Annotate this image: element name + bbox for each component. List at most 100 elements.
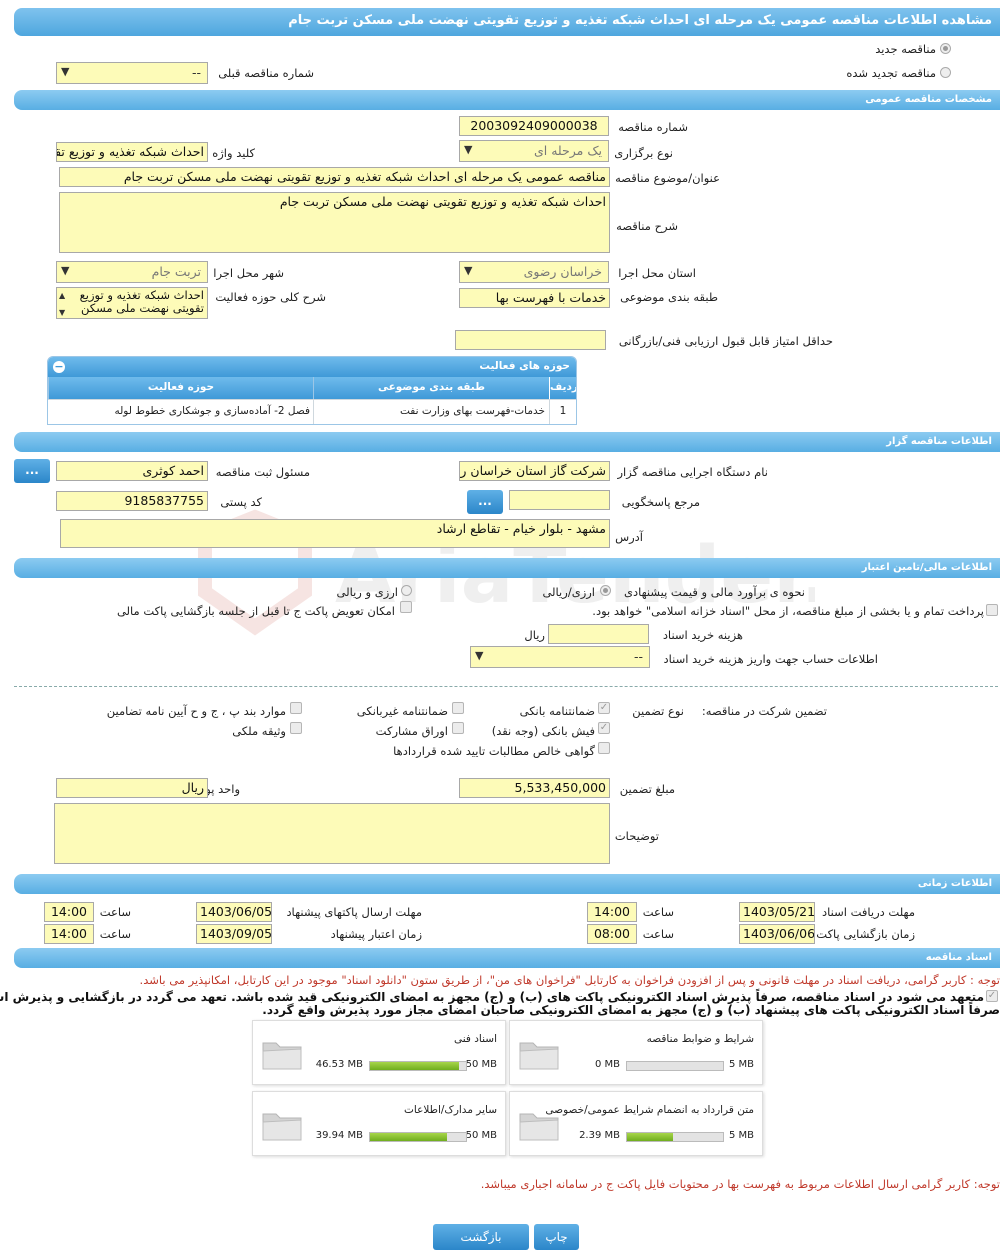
participation-guarantee-label: تضمین شرکت در مناقصه: [701, 704, 827, 718]
officer-field: احمد کوثری [56, 461, 208, 481]
file-card[interactable]: متن قرارداد به انضمام شرایط عمومی/خصوصی 5… [509, 1091, 763, 1156]
province-select[interactable]: ▼ خراسان رضوی [459, 261, 609, 283]
file-name: شرایط و ضوابط مناقصه [646, 1033, 754, 1045]
activity-grid: حوزه های فعالیت − ردیف طبقه بندی موضوعی … [47, 356, 577, 425]
officer-lookup-button[interactable]: ... [14, 459, 50, 483]
scope-label: شرح کلی حوزه فعالیت [215, 290, 326, 304]
open-time-label: ساعت [642, 927, 674, 941]
collapse-icon[interactable]: − [53, 361, 65, 373]
new-tender-label: مناقصه جدید [875, 42, 936, 56]
open-date-label: زمان بازگشایی پاکت ها [803, 927, 915, 941]
rial-option-label: ارزی/ریالی [542, 585, 595, 599]
subject-field: مناقصه عمومی یک مرحله ای احداث شبکه تغذی… [59, 167, 610, 187]
back-button[interactable]: بازگشت [433, 1224, 529, 1250]
receivables-cert-label: گواهی خالص مطالبات تایید شده قراردادها [393, 744, 595, 758]
send-time-label: ساعت [99, 905, 131, 919]
receive-deadline-label: مهلت دریافت اسناد [822, 905, 915, 919]
items-bpj-label: موارد بند پ ، ج و ح آیین نامه تضامین [106, 704, 286, 718]
section-documents: اسناد مناقصه [14, 948, 1000, 968]
ref-lookup-button[interactable]: ... [467, 490, 503, 514]
commitment-line-1: متعهد می شود در اسناد مناقصه، صرفاً پذیر… [0, 990, 984, 1004]
estimate-label: نحوه ی برآورد مالی و قیمت پیشنهادی [623, 585, 805, 599]
renewed-tender-radio[interactable] [940, 67, 951, 78]
prev-tender-value: -- [191, 65, 201, 80]
col-field-header: حوزه فعالیت [48, 377, 313, 399]
guarantee-amount-field: 5,533,450,000 [459, 778, 610, 798]
ref-field [509, 490, 610, 510]
prev-tender-select[interactable]: ▼ -- [56, 62, 208, 84]
file-card[interactable]: شرایط و ضوابط مناقصه 5 MB 0 MB [509, 1020, 763, 1085]
scope-field: احداث شبکه تغذیه و توزیع تقویتی نهضت ملی… [56, 287, 208, 319]
chevron-down-icon: ▼ [475, 649, 484, 662]
receivables-cert-checkbox[interactable] [598, 742, 610, 754]
print-button[interactable]: چاپ [534, 1224, 579, 1250]
commitment-checkbox[interactable]: ✓ [986, 990, 998, 1002]
new-tender-radio[interactable] [940, 43, 951, 54]
receive-deadline-field: 1403/05/21 [739, 902, 815, 922]
documents-note: توجه : کاربر گرامی، دریافت اسناد در مهلت… [139, 973, 1000, 987]
tender-no-field: 2003092409000038 [459, 116, 609, 136]
hold-type-select[interactable]: ▼ یک مرحله ای [459, 140, 609, 162]
address-label: آدرس [615, 530, 643, 544]
page-title: مشاهده اطلاعات مناقصه عمومی یک مرحله ای … [14, 8, 1000, 36]
folder-icon [262, 1113, 302, 1141]
price-list-note: توجه: کاربر گرامی ارسال اطلاعات مربوط به… [480, 1177, 1000, 1191]
file-usage-bar [626, 1132, 724, 1142]
bank-receipt-checkbox[interactable]: ✓ [598, 722, 610, 734]
file-card[interactable]: سایر مدارک/اطلاعات 50 MB 39.94 MB [252, 1091, 506, 1156]
file-name: متن قرارداد به انضمام شرایط عمومی/خصوصی [545, 1104, 754, 1116]
property-bond-checkbox[interactable] [290, 722, 302, 734]
renewed-tender-label: مناقصه تجدید شده [846, 66, 936, 80]
min-score-field [455, 330, 606, 350]
section-timing: اطلاعات زمانی [14, 874, 1000, 894]
commitment-line-2: صرفاً اسناد الکترونیکی پاکت های پیشنهاد … [262, 1003, 1000, 1017]
receive-time-label: ساعت [642, 905, 674, 919]
validity-date-field: 1403/09/05 [196, 924, 272, 944]
min-score-label: حداقل امتیاز قابل قبول ارزیابی فنی/بازرگ… [618, 334, 833, 348]
file-usage-fill [370, 1133, 447, 1141]
notes-field [54, 803, 610, 864]
fx-radio[interactable] [401, 585, 412, 596]
swap-envelope-checkbox[interactable] [400, 601, 412, 613]
validity-time-field: 14:00 [44, 924, 94, 944]
activity-grid-title: حوزه های فعالیت − [48, 357, 576, 377]
treasury-payment-checkbox[interactable] [986, 604, 998, 616]
doc-fee-label: هزینه خرید اسناد [662, 628, 743, 642]
bank-receipt-label: فیش بانکی (وجه نقد) [491, 724, 595, 738]
doc-fee-currency: ریال [524, 628, 545, 642]
open-time-field: 08:00 [587, 924, 637, 944]
scroll-down-icon[interactable]: ▼ [59, 306, 65, 318]
file-usage-bar [369, 1132, 467, 1142]
city-label: شهر محل اجرا [213, 266, 284, 280]
partnership-bonds-checkbox[interactable] [452, 722, 464, 734]
section-general: مشخصات مناقصه عمومی [14, 90, 1000, 110]
file-max-size: 5 MB [728, 1059, 754, 1070]
treasury-payment-text: پرداخت تمام و یا بخشی از مبلغ مناقصه، از… [592, 604, 984, 618]
scroll-up-icon[interactable]: ▲ [59, 289, 65, 302]
bank-guarantee-checkbox[interactable]: ✓ [598, 702, 610, 714]
table-cell-category: خدمات-فهرست بهای وزارت نفت [399, 405, 545, 417]
account-select[interactable]: ▼ -- [470, 646, 650, 668]
officer-label: مسئول ثبت مناقصه [215, 465, 310, 479]
keyword-label: کلید واژه [212, 146, 255, 160]
category-label: طبقه بندی موضوعی [620, 290, 718, 304]
nonbank-guarantee-checkbox[interactable] [452, 702, 464, 714]
swap-envelope-text: امکان تعویض پاکت ج تا قبل از جلسه بازگشا… [116, 604, 395, 618]
file-card[interactable]: اسناد فنی 50 MB 46.53 MB [252, 1020, 506, 1085]
chevron-down-icon: ▼ [61, 264, 70, 277]
partnership-bonds-label: اوراق مشارکت [375, 724, 448, 738]
section-organizer: اطلاعات مناقصه گزار [14, 432, 1000, 452]
city-select[interactable]: ▼ تربت جام [56, 261, 208, 283]
postal-label: کد پستی [220, 495, 262, 509]
file-usage-bar [626, 1061, 724, 1071]
receive-time-field: 14:00 [587, 902, 637, 922]
property-bond-label: وثیقه ملکی [232, 724, 286, 738]
items-bpj-checkbox[interactable] [290, 702, 302, 714]
folder-icon [262, 1042, 302, 1070]
file-usage-fill [370, 1062, 460, 1070]
file-used-size: 39.94 MB [315, 1130, 363, 1141]
file-used-size: 2.39 MB [579, 1130, 620, 1141]
notes-label: توضیحات [614, 829, 659, 843]
rial-radio[interactable] [600, 585, 611, 596]
org-label: نام دستگاه اجرایی مناقصه گزار [617, 465, 768, 479]
